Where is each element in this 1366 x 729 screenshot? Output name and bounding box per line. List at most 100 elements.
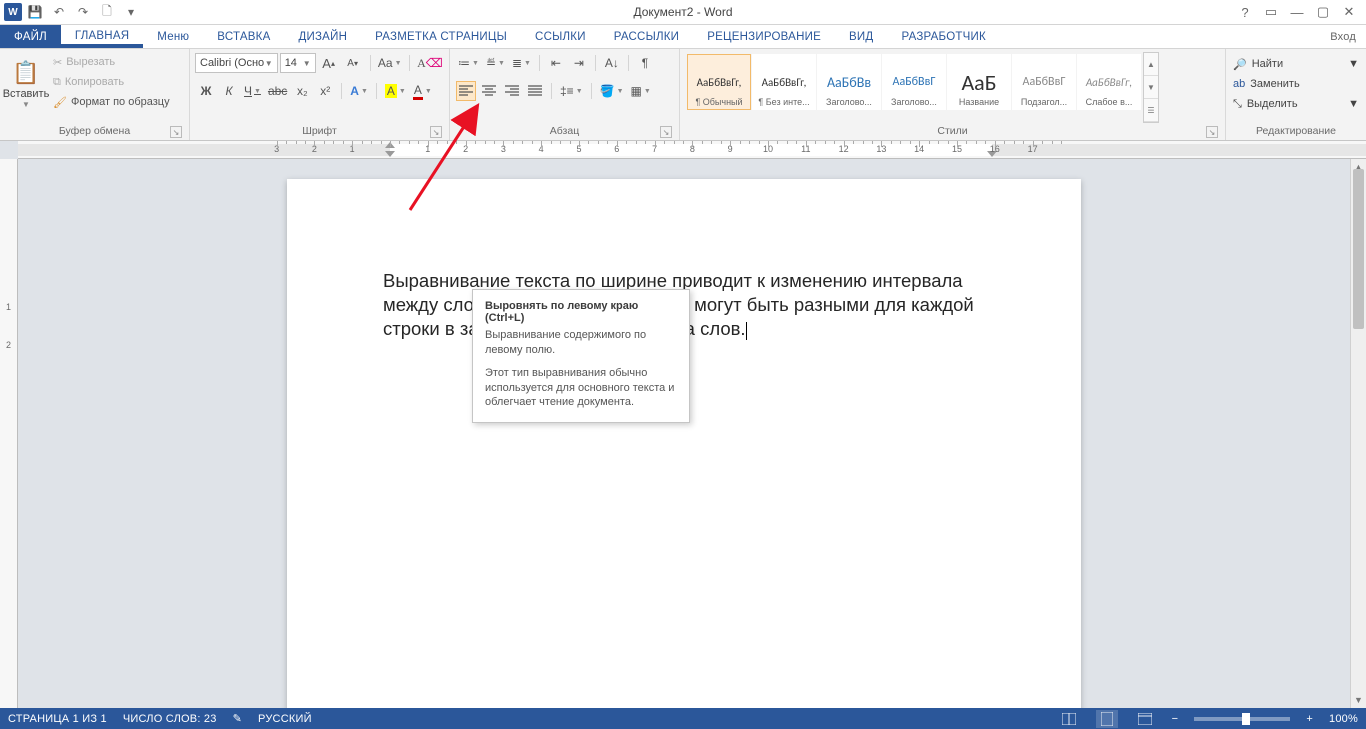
vertical-ruler[interactable]: 12 (0, 159, 18, 708)
horizontal-ruler[interactable]: 3211234567891011121314151617 (18, 141, 1366, 159)
close-button[interactable]: ✕ (1336, 1, 1362, 23)
zoom-out-button[interactable]: − (1172, 713, 1179, 725)
style-item-1[interactable]: АаБбВвГг,¶ Без инте... (752, 54, 816, 110)
help-button[interactable]: ? (1232, 1, 1258, 23)
shrink-font-button[interactable]: A▾ (343, 53, 363, 73)
decrease-indent-button[interactable]: ⇤ (546, 53, 566, 73)
style-nav-down[interactable]: ▼ (1144, 76, 1158, 99)
align-left-icon (459, 85, 473, 97)
change-case-button[interactable]: Aa▼ (378, 53, 402, 73)
font-color-button[interactable]: A▼ (411, 81, 434, 101)
tab-file[interactable]: ФАЙЛ (0, 25, 61, 48)
qat-redo-button[interactable]: ↷ (72, 1, 94, 23)
sign-in-link[interactable]: Вход (1316, 25, 1366, 48)
maximize-button[interactable]: ▢ (1310, 1, 1336, 23)
group-styles-label: Стили (937, 125, 967, 137)
italic-button[interactable]: К (219, 81, 239, 101)
increase-indent-button[interactable]: ⇥ (569, 53, 589, 73)
tab-layout[interactable]: РАЗМЕТКА СТРАНИЦЫ (361, 25, 521, 48)
replace-button[interactable]: abЗаменить (1231, 74, 1361, 94)
strikethrough-button[interactable]: abc (266, 81, 289, 101)
copy-button[interactable]: ⧉Копировать (51, 72, 172, 92)
style-nav-more[interactable]: ☰ (1144, 99, 1158, 122)
select-button[interactable]: ⤡Выделить▼ (1231, 94, 1361, 114)
status-proofing[interactable]: ✎ (233, 712, 242, 725)
bullets-button[interactable]: ≔▼ (456, 53, 481, 73)
style-item-4[interactable]: АаБНазвание (947, 54, 1011, 110)
align-center-button[interactable] (479, 81, 499, 101)
numbering-button[interactable]: ≝▼ (484, 53, 507, 73)
find-button[interactable]: 🔎Найти▼ (1231, 54, 1361, 74)
style-item-2[interactable]: АаБбВвЗаголово... (817, 54, 881, 110)
qat-customize-button[interactable]: ▾ (120, 1, 142, 23)
highlight-button[interactable]: A▼ (383, 81, 408, 101)
zoom-level[interactable]: 100% (1329, 713, 1358, 725)
clear-formatting-button[interactable]: A⌫ (417, 53, 443, 73)
tab-review[interactable]: РЕЦЕНЗИРОВАНИЕ (693, 25, 835, 48)
zoom-in-button[interactable]: + (1306, 713, 1313, 725)
vertical-scrollbar[interactable]: ▲ ▼ (1350, 159, 1366, 708)
document-area[interactable]: Выравнивание текста по ширине приводит к… (18, 159, 1350, 708)
text-effects-button[interactable]: A▼ (348, 81, 370, 101)
styles-dialog-launcher[interactable]: ↘ (1206, 126, 1218, 138)
sort-button[interactable]: A↓ (602, 53, 622, 73)
font-name-combo[interactable]: Calibri (Осно▼ (195, 53, 278, 73)
tab-insert[interactable]: ВСТАВКА (203, 25, 284, 48)
tab-menu[interactable]: Меню (143, 25, 203, 48)
scroll-thumb[interactable] (1353, 169, 1364, 329)
cut-button[interactable]: ✂Вырезать (51, 52, 172, 72)
show-marks-button[interactable]: ¶ (635, 53, 655, 73)
status-page[interactable]: СТРАНИЦА 1 ИЗ 1 (8, 713, 107, 725)
style-item-6[interactable]: АаБбВвГг,Слабое в... (1077, 54, 1141, 110)
qat-newdoc-button[interactable]: 🗋 (96, 1, 118, 23)
underline-button[interactable]: Ч▼ (242, 81, 263, 101)
style-item-5[interactable]: АаБбВвГПодзагол... (1012, 54, 1076, 110)
title-bar: W 💾 ↶ ↷ 🗋 ▾ Документ2 - Word ? ▭ — ▢ ✕ (0, 0, 1366, 25)
zoom-slider[interactable] (1194, 717, 1290, 721)
tab-design[interactable]: ДИЗАЙН (284, 25, 361, 48)
status-language[interactable]: РУССКИЙ (258, 713, 312, 725)
align-left-button[interactable] (456, 81, 476, 101)
paragraph-dialog-launcher[interactable]: ↘ (660, 126, 672, 138)
align-center-icon (482, 85, 496, 97)
ribbon-options-button[interactable]: ▭ (1258, 1, 1284, 23)
scroll-down-button[interactable]: ▼ (1351, 692, 1366, 708)
font-dialog-launcher[interactable]: ↘ (430, 126, 442, 138)
align-right-button[interactable] (502, 81, 522, 101)
copy-icon: ⧉ (53, 76, 61, 89)
shading-button[interactable]: 🪣▼ (598, 81, 626, 101)
style-item-0[interactable]: АаБбВвГг,¶ Обычный (687, 54, 751, 110)
tab-developer[interactable]: РАЗРАБОТЧИК (887, 25, 1000, 48)
tab-view[interactable]: ВИД (835, 25, 887, 48)
line-spacing-icon: ‡≡ (560, 84, 574, 98)
qat-save-button[interactable]: 💾 (24, 1, 46, 23)
subscript-button[interactable]: x₂ (292, 81, 312, 101)
font-size-combo[interactable]: 14▼ (280, 53, 316, 73)
line-spacing-button[interactable]: ‡≡▼ (558, 81, 585, 101)
tab-references[interactable]: ССЫЛКИ (521, 25, 600, 48)
style-gallery[interactable]: АаБбВвГг,¶ ОбычныйАаБбВвГг,¶ Без инте...… (685, 52, 1143, 123)
justify-button[interactable] (525, 81, 545, 101)
superscript-button[interactable]: x² (315, 81, 335, 101)
bold-button[interactable]: Ж (196, 81, 216, 101)
grow-font-button[interactable]: A▴ (319, 53, 339, 73)
word-app-icon: W (4, 3, 22, 21)
style-item-3[interactable]: АаБбВвГЗаголово... (882, 54, 946, 110)
zoom-slider-knob[interactable] (1242, 713, 1250, 725)
minimize-button[interactable]: — (1284, 1, 1310, 23)
paste-button[interactable]: 📋 Вставить ▼ (5, 52, 47, 116)
view-read-mode-button[interactable] (1058, 710, 1080, 728)
status-word-count[interactable]: ЧИСЛО СЛОВ: 23 (123, 713, 217, 725)
indent-icon: ⇥ (574, 56, 584, 70)
multilevel-list-button[interactable]: ≣▼ (510, 53, 533, 73)
view-print-layout-button[interactable] (1096, 710, 1118, 728)
page[interactable]: Выравнивание текста по ширине приводит к… (287, 179, 1081, 708)
style-nav-up[interactable]: ▲ (1144, 53, 1158, 76)
view-web-layout-button[interactable] (1134, 710, 1156, 728)
borders-button[interactable]: ▦▼ (629, 81, 653, 101)
clipboard-dialog-launcher[interactable]: ↘ (170, 126, 182, 138)
qat-undo-button[interactable]: ↶ (48, 1, 70, 23)
format-painter-button[interactable]: 🖌Формат по образцу (51, 92, 172, 112)
tab-home[interactable]: ГЛАВНАЯ (61, 25, 143, 48)
tab-mailings[interactable]: РАССЫЛКИ (600, 25, 693, 48)
